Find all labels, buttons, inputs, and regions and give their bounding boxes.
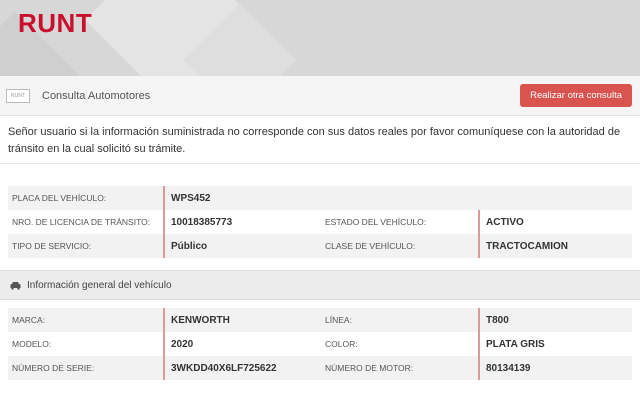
estado-label: ESTADO DEL VEHÍCULO: [325,217,427,227]
servicio-value: Público [163,234,323,258]
vehicle-summary-table: PLACA DEL VEHÍCULO: WPS452 NRO. DE LICEN… [8,186,632,258]
new-query-button[interactable]: Realizar otra consulta [520,84,632,107]
linea-label: LÍNEA: [325,315,352,325]
servicio-label: TIPO DE SERVICIO: [12,241,92,251]
toolbar: RUNT Consulta Automotores Realizar otra … [0,76,640,116]
runt-logo[interactable]: RUNT [18,8,92,39]
modelo-label: MODELO: [12,339,52,349]
estado-value: ACTIVO [478,210,632,234]
color-label: COLOR: [325,339,358,349]
modelo-value: 2020 [163,332,323,356]
clase-label: CLASE DE VEHÍCULO: [325,241,416,251]
licencia-label: NRO. DE LICENCIA DE TRÁNSITO: [12,217,151,227]
placa-label: PLACA DEL VEHÍCULO: [12,193,107,203]
table-row: NRO. DE LICENCIA DE TRÁNSITO: 1001838577… [8,210,632,234]
serie-value: 3WKDD40X6LF725622 [163,356,323,380]
notice-text: Señor usuario si la información suminist… [0,116,640,164]
color-value: PLATA GRIS [478,332,632,356]
general-info-table: MARCA: KENWORTH LÍNEA: T800 MODELO: 2020… [8,308,632,380]
table-row: MARCA: KENWORTH LÍNEA: T800 [8,308,632,332]
serie-label: NÚMERO DE SERIE: [12,363,95,373]
linea-value: T800 [478,308,632,332]
mini-logo: RUNT [6,88,30,103]
clase-value: TRACTOCAMION [478,234,632,258]
marca-label: MARCA: [12,315,46,325]
car-icon [10,281,21,290]
table-row: TIPO DE SERVICIO: Público CLASE DE VEHÍC… [8,234,632,258]
header-banner: RUNT [0,0,640,76]
motor-label: NÚMERO DE MOTOR: [325,363,414,373]
table-row: NÚMERO DE SERIE: 3WKDD40X6LF725622 NÚMER… [8,356,632,380]
marca-value: KENWORTH [163,308,323,332]
general-info-header[interactable]: Información general del vehículo [0,270,640,300]
motor-value: 80134139 [478,356,632,380]
general-info-title: Información general del vehículo [27,279,172,291]
page-title: Consulta Automotores [42,89,151,102]
licencia-value: 10018385773 [163,210,323,234]
placa-value: WPS452 [163,186,323,210]
table-row: MODELO: 2020 COLOR: PLATA GRIS [8,332,632,356]
table-row: PLACA DEL VEHÍCULO: WPS452 [8,186,632,210]
